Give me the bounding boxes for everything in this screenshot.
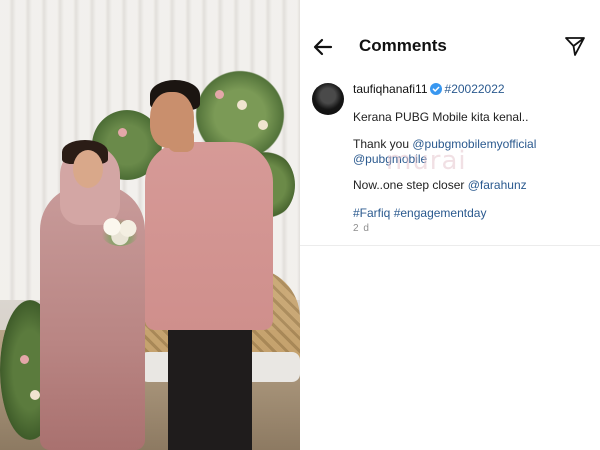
flower [258, 120, 268, 130]
hashtag-link[interactable]: #20022022 [445, 82, 505, 96]
comment-line: #Farfiq #engagementday [353, 206, 486, 220]
comment-header-line: taufiqhanafi11 #20022022 [353, 82, 505, 96]
arrow-left-icon[interactable] [312, 36, 334, 58]
divider [300, 245, 600, 246]
man-trousers [168, 320, 252, 450]
comments-panel: Comments taufiqhanafi11 #20022022 Kerana … [300, 0, 600, 450]
watermark: murai [386, 146, 467, 176]
mention-link[interactable]: @farahunz [468, 178, 527, 192]
comment-timestamp: 2 d [353, 223, 370, 234]
man-shirt [145, 142, 273, 330]
paper-plane-icon[interactable] [564, 35, 586, 57]
flower [30, 390, 40, 400]
comment-line: Kerana PUBG Mobile kita kenal.. [353, 110, 529, 124]
woman-face [73, 150, 103, 188]
post-photo [0, 0, 300, 450]
comments-header: Comments [300, 0, 600, 76]
comment-text: Now..one step closer [353, 178, 468, 192]
avatar[interactable] [312, 83, 344, 115]
man-face [150, 92, 194, 148]
flower [215, 90, 224, 99]
flower [118, 128, 127, 137]
comment-line: Now..one step closer @farahunz [353, 178, 527, 192]
hashtag-link[interactable]: #engagementday [394, 206, 487, 220]
flower [237, 100, 247, 110]
bouquet [100, 214, 140, 246]
flower [20, 355, 29, 364]
hashtag-link[interactable]: #Farfiq [353, 206, 390, 220]
verified-badge-icon [429, 83, 442, 95]
page-title: Comments [359, 36, 447, 55]
username[interactable]: taufiqhanafi11 [353, 82, 428, 96]
